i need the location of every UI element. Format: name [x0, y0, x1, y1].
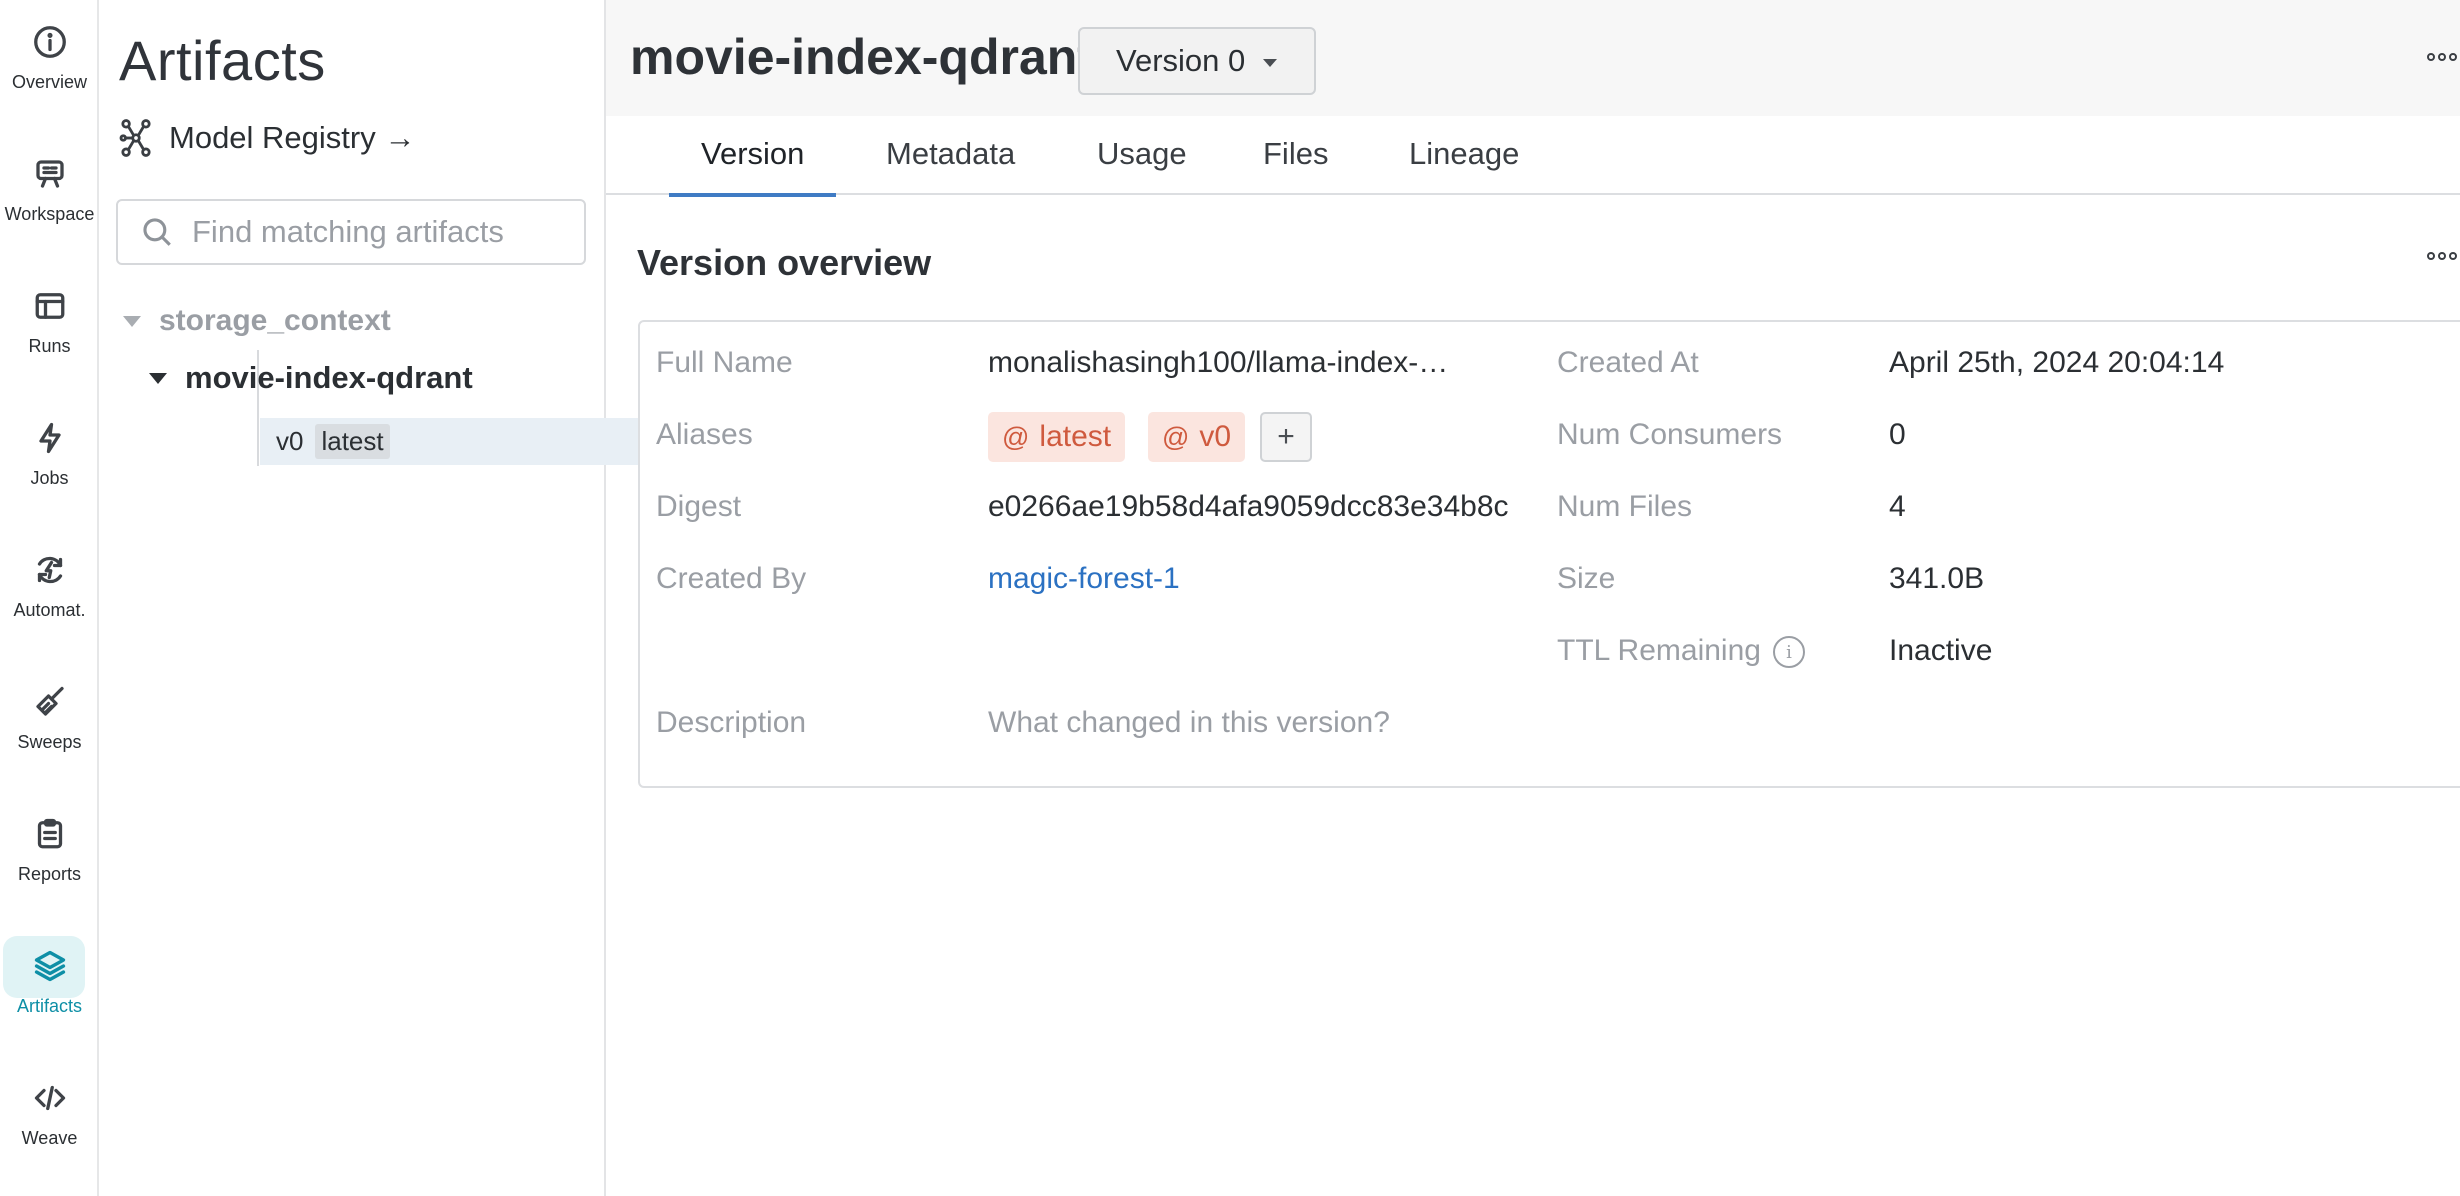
model-registry-label: Model Registry →: [169, 120, 416, 155]
at-sign-icon: @: [1162, 421, 1190, 452]
rail-item-jobs[interactable]: Jobs: [0, 396, 99, 506]
search-input[interactable]: [192, 214, 572, 250]
created-by-link[interactable]: magic-forest-1: [988, 562, 1180, 596]
num-consumers-value: 0: [1889, 418, 1906, 451]
artifact-tabs: Version Metadata Usage Files Lineage: [606, 116, 2460, 197]
rail-item-artifacts[interactable]: Artifacts: [0, 924, 99, 1034]
rail-item-reports[interactable]: Reports: [0, 792, 99, 902]
alias-text: v0: [1199, 420, 1232, 453]
model-registry-link[interactable]: Model Registry →: [119, 118, 415, 158]
section-more-menu-icon[interactable]: [2427, 252, 2457, 260]
version-node-selected[interactable]: v0 latest: [260, 418, 700, 465]
rail-label: Runs: [28, 336, 71, 356]
rail-label: Sweeps: [17, 732, 82, 752]
full-name-value: monalishasingh100/llama-index-…: [988, 346, 1449, 379]
broom-icon: [30, 682, 70, 722]
num-files-value: 4: [1889, 490, 1906, 523]
version-node-tag: latest: [315, 424, 390, 459]
description-label: Description: [656, 706, 807, 739]
icon-rail: Overview Workspace Runs Jobs Automat. Sw…: [0, 0, 99, 1196]
at-sign-icon: @: [1002, 421, 1030, 452]
runs-table-icon: [30, 286, 70, 326]
artifact-header: movie-index-qdrant Version 0: [606, 0, 2460, 116]
rail-label: Jobs: [30, 468, 69, 488]
header-more-menu-icon[interactable]: [2427, 53, 2457, 61]
automation-icon: [30, 550, 70, 590]
section-title: Version overview: [637, 242, 932, 283]
version-node-label: v0: [276, 426, 304, 456]
rail-label: Workspace: [4, 204, 95, 224]
tab-files[interactable]: Files: [1263, 136, 1328, 195]
rail-item-automations[interactable]: Automat.: [0, 528, 99, 638]
aliases-label: Aliases: [656, 418, 753, 451]
rail-label: Weave: [21, 1128, 78, 1148]
dropdown-arrow-icon: [1263, 59, 1278, 67]
ttl-label: TTL Remaining: [1557, 634, 1761, 667]
artifact-title: movie-index-qdrant: [630, 29, 1094, 85]
model-registry-icon: [119, 119, 151, 157]
workspace-icon: [30, 154, 70, 194]
add-alias-button[interactable]: +: [1260, 412, 1312, 462]
artifact-type-node[interactable]: storage_context: [123, 304, 391, 338]
alias-badge[interactable]: @ latest: [988, 412, 1126, 462]
full-name-label: Full Name: [656, 346, 793, 379]
code-icon: [30, 1078, 70, 1118]
version-overview-card: [638, 320, 2460, 788]
artifact-node-label: movie-index-qdrant: [185, 360, 473, 395]
rail-label: Reports: [17, 864, 82, 884]
artifact-node[interactable]: movie-index-qdrant: [149, 360, 473, 396]
artifact-search[interactable]: [116, 199, 586, 265]
alias-text: latest: [1039, 420, 1112, 453]
num-consumers-label: Num Consumers: [1557, 418, 1783, 451]
created-at-value: April 25th, 2024 20:04:14: [1889, 346, 2225, 379]
rail-item-sweeps[interactable]: Sweeps: [0, 660, 99, 770]
alias-badge[interactable]: @ v0: [1148, 412, 1246, 462]
version-select-value: Version 0: [1116, 43, 1246, 78]
num-files-label: Num Files: [1557, 490, 1693, 523]
tab-version[interactable]: Version: [668, 136, 837, 197]
description-input[interactable]: What changed in this version?: [988, 706, 1390, 740]
size-label: Size: [1557, 562, 1616, 595]
ttl-value: Inactive: [1889, 634, 1993, 667]
lightning-icon: [30, 418, 70, 458]
digest-label: Digest: [656, 490, 742, 523]
rail-label: Overview: [11, 72, 87, 92]
rail-item-overview[interactable]: Overview: [0, 0, 99, 110]
tab-metadata[interactable]: Metadata: [886, 136, 1015, 195]
caret-down-icon: [123, 315, 141, 327]
rail-item-weave[interactable]: Weave: [0, 1056, 99, 1166]
rail-label: Automat.: [13, 600, 86, 620]
rail-label: Artifacts: [16, 996, 82, 1016]
digest-value: e0266ae19b58d4afa9059dcc83e34b8c: [988, 490, 1509, 523]
clipboard-icon: [30, 814, 70, 854]
search-icon: [143, 218, 171, 246]
created-at-label: Created At: [1557, 346, 1699, 379]
panel-title: Artifacts: [119, 29, 326, 92]
tab-lineage[interactable]: Lineage: [1409, 136, 1519, 195]
info-icon[interactable]: i: [1773, 636, 1805, 668]
caret-down-icon: [149, 372, 167, 384]
rail-item-runs[interactable]: Runs: [0, 264, 99, 374]
artifacts-panel: Artifacts Model Registry → storage_conte…: [99, 0, 700, 1196]
tab-usage[interactable]: Usage: [1097, 136, 1187, 195]
artifact-type-label: storage_context: [159, 304, 391, 337]
layers-icon: [30, 946, 70, 986]
version-select[interactable]: Version 0: [1078, 27, 1316, 95]
rail-item-workspace[interactable]: Workspace: [0, 132, 99, 242]
info-icon: [30, 22, 70, 62]
size-value: 341.0B: [1889, 562, 1985, 595]
created-by-label: Created By: [656, 562, 807, 595]
